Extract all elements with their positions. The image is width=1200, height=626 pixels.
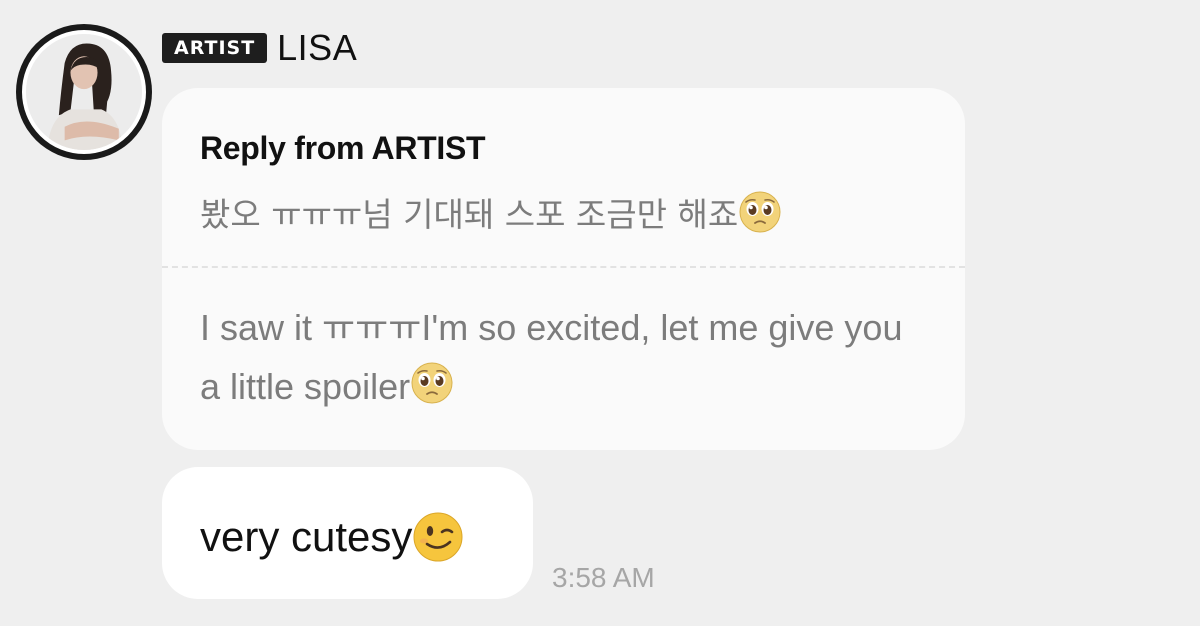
reply-translation: I saw it ㅠㅠㅠI'm so excited, let me give … xyxy=(200,298,920,416)
sender-name[interactable]: LISA xyxy=(277,26,357,70)
message-timestamp: 3:58 AM xyxy=(552,562,655,593)
divider xyxy=(162,266,965,268)
reply-translation-text: I saw it ㅠㅠㅠI'm so excited, let me give … xyxy=(200,307,903,407)
message-content: very cutesy xyxy=(200,511,464,563)
pleading-face-icon xyxy=(410,361,454,405)
reply-original-message: 봤오 ㅠㅠㅠ넘 기대돼 스포 조금만 해죠 xyxy=(200,188,782,236)
pleading-face-icon xyxy=(738,190,782,234)
reply-header: Reply from ARTIST xyxy=(200,130,486,166)
message-bubble[interactable]: very cutesy xyxy=(162,467,533,599)
artist-badge: ARTIST xyxy=(162,33,268,63)
avatar[interactable] xyxy=(16,24,152,160)
chat-view: ARTIST LISA Reply from ARTIST 봤오 ㅠㅠㅠ넘 기대… xyxy=(0,0,1200,626)
person-photo-icon xyxy=(26,34,142,150)
reply-original-text: 봤오 ㅠㅠㅠ넘 기대돼 스포 조금만 해죠 xyxy=(200,195,739,234)
message-text: very cutesy xyxy=(200,513,413,560)
winking-face-icon xyxy=(412,511,464,563)
reply-bubble[interactable]: Reply from ARTIST 봤오 ㅠㅠㅠ넘 기대돼 스포 조금만 해죠 xyxy=(162,88,965,450)
sender-row: ARTIST LISA xyxy=(162,26,357,70)
avatar-photo xyxy=(22,30,146,154)
